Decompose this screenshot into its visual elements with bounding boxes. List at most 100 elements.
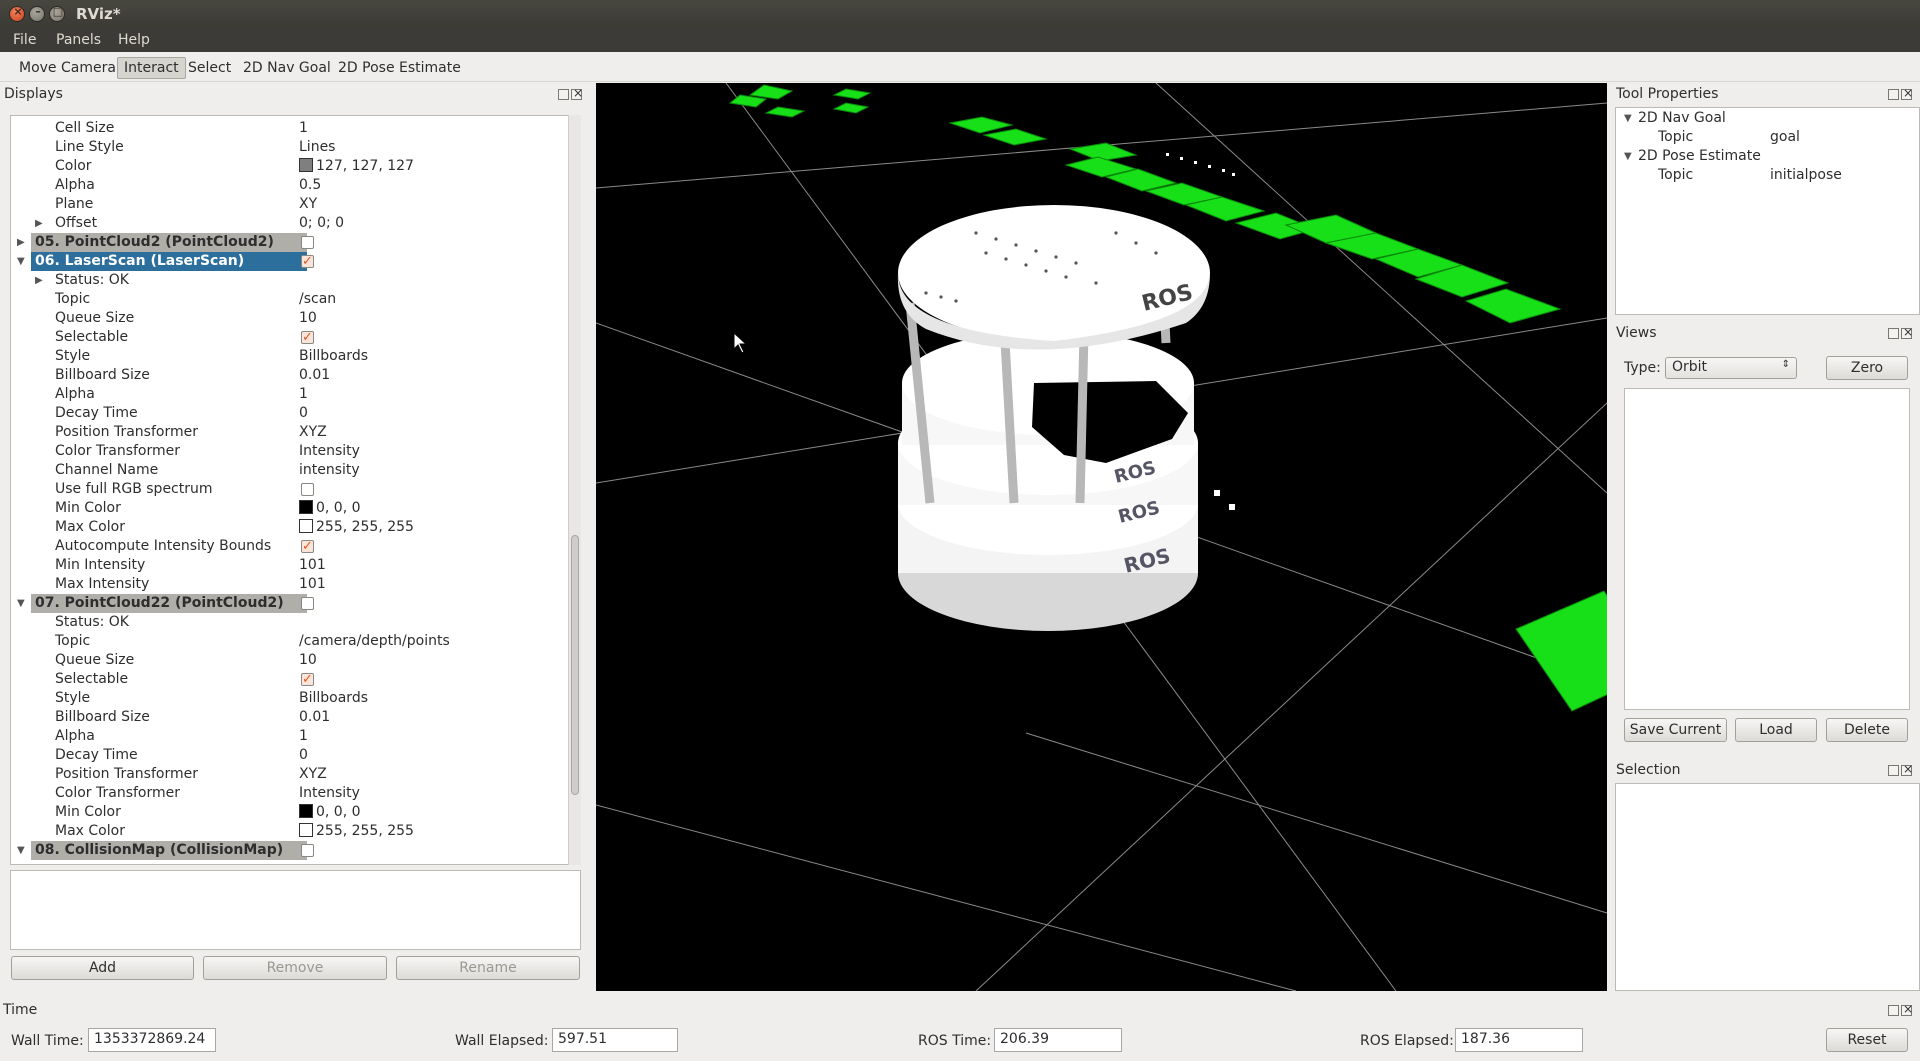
minimize-window-button[interactable]: – [29,5,45,22]
property-value[interactable]: 0 [299,746,308,765]
enable-checkbox[interactable] [301,537,314,556]
scrollbar-thumb[interactable] [571,535,579,795]
display-property-row[interactable]: Cell Size 1 [11,119,566,138]
display-property-row[interactable]: Status: OK [11,613,566,632]
property-value[interactable]: Lines [299,138,335,157]
display-property-row[interactable]: Queue Size 10 [11,651,566,670]
tool-2d-pose-estimate[interactable]: 2D Pose Estimate [331,57,468,79]
property-value[interactable]: 10 [299,651,317,670]
property-value[interactable]: 1 [299,119,308,138]
property-value[interactable]: 0.01 [299,708,330,727]
expand-arrow-icon[interactable]: ▼ [1624,109,1632,128]
property-value[interactable]: Intensity [299,784,360,803]
collapse-arrow-icon[interactable]: ▼ [17,594,25,613]
zero-view-button[interactable]: Zero [1826,356,1908,380]
expand-arrow-icon[interactable]: ▼ [1624,147,1632,166]
view-type-select[interactable]: Orbit ⇕ [1665,357,1797,379]
tool-prop-value[interactable]: initialpose [1770,166,1842,185]
property-value[interactable]: 0 [299,404,308,423]
menu-file[interactable]: File [13,32,36,48]
maximize-window-button[interactable]: □ [49,5,65,22]
float-icon[interactable] [558,89,569,100]
display-property-row[interactable]: Max Color 255, 255, 255 [11,518,566,537]
property-value[interactable]: 255, 255, 255 [299,518,414,537]
expand-arrow-icon[interactable]: ▶ [17,233,25,252]
property-value[interactable]: XYZ [299,765,327,784]
expand-arrow-icon[interactable]: ▶ [35,214,43,233]
display-property-row[interactable]: Style Billboards [11,689,566,708]
display-property-row[interactable]: Color Transformer Intensity [11,784,566,803]
tool-select[interactable]: Select [181,57,238,79]
collapse-arrow-icon[interactable]: ▼ [17,252,25,271]
delete-view-button[interactable]: Delete [1826,718,1908,742]
property-value[interactable]: XY [299,195,317,214]
display-property-row[interactable]: Channel Name intensity [11,461,566,480]
save-current-view-button[interactable]: Save Current [1624,718,1727,742]
color-swatch[interactable] [299,158,313,172]
display-property-row[interactable]: Billboard Size 0.01 [11,366,566,385]
property-value[interactable]: 101 [299,575,326,594]
property-value[interactable]: 0, 0, 0 [299,499,361,518]
3d-viewport[interactable]: ROS ROS ROS ROS [596,83,1607,991]
display-property-row[interactable]: Position Transformer XYZ [11,423,566,442]
display-property-row[interactable]: Decay Time 0 [11,404,566,423]
display-property-row[interactable]: Max Color 255, 255, 255 [11,822,566,841]
display-property-row[interactable]: Autocompute Intensity Bounds [11,537,566,556]
rename-display-button[interactable]: Rename [396,956,580,980]
property-value[interactable]: Billboards [299,689,368,708]
load-view-button[interactable]: Load [1735,718,1817,742]
selection-tree[interactable] [1615,783,1920,991]
display-property-row[interactable]: Min Color 0, 0, 0 [11,499,566,518]
display-property-row[interactable]: Position Transformer XYZ [11,765,566,784]
property-value[interactable]: 127, 127, 127 [299,157,414,176]
close-icon[interactable] [1901,1002,1913,1016]
close-window-button[interactable]: × [9,5,25,22]
property-value[interactable]: 0.5 [299,176,321,195]
property-value[interactable]: 0.01 [299,366,330,385]
float-icon[interactable] [1888,89,1899,100]
display-property-row[interactable]: Line Style Lines [11,138,566,157]
display-group-row[interactable]: ▼ 07. PointCloud22 (PointCloud2) [11,594,566,613]
property-value[interactable]: 10 [299,309,317,328]
enable-checkbox[interactable] [301,483,314,496]
add-display-button[interactable]: Add [11,956,194,980]
display-group-row[interactable]: ▼ 08. CollisionMap (CollisionMap) [11,841,566,860]
enable-checkbox[interactable] [301,844,314,857]
wall-time-field[interactable]: 1353372869.24 [88,1028,216,1052]
display-property-row[interactable]: Billboard Size 0.01 [11,708,566,727]
display-property-row[interactable]: Selectable [11,670,566,689]
color-swatch[interactable] [299,500,313,514]
tool-prop-value[interactable]: goal [1770,128,1800,147]
tool-interact[interactable]: Interact [117,57,186,79]
property-value[interactable]: /camera/depth/points [299,632,450,651]
tool-move-camera[interactable]: Move Camera [12,57,123,79]
display-property-row[interactable]: Decay Time 0 [11,746,566,765]
display-property-row[interactable]: Style Billboards [11,347,566,366]
float-icon[interactable] [1888,328,1899,339]
property-value[interactable]: 0; 0; 0 [299,214,344,233]
float-icon[interactable] [1888,765,1899,776]
menu-help[interactable]: Help [118,32,150,48]
display-property-row[interactable]: Min Intensity 101 [11,556,566,575]
display-property-row[interactable]: Alpha 0.5 [11,176,566,195]
color-swatch[interactable] [299,823,313,837]
property-value[interactable]: 255, 255, 255 [299,822,414,841]
float-icon[interactable] [1888,1005,1899,1016]
enable-checkbox[interactable] [301,597,314,610]
color-swatch[interactable] [299,519,313,533]
enable-checkbox[interactable] [301,670,314,689]
reset-time-button[interactable]: Reset [1826,1028,1908,1052]
display-property-row[interactable]: Selectable [11,328,566,347]
enable-checkbox[interactable] [301,328,314,347]
display-property-row[interactable]: Color 127, 127, 127 [11,157,566,176]
display-property-row[interactable]: ▶ Status: OK [11,271,566,290]
display-property-row[interactable]: Queue Size 10 [11,309,566,328]
ros-time-field[interactable]: 206.39 [994,1028,1122,1052]
collapse-arrow-icon[interactable]: ▼ [17,841,25,860]
close-icon[interactable] [571,86,583,100]
displays-scrollbar[interactable] [568,115,581,865]
display-group-row[interactable]: ▼ 06. LaserScan (LaserScan) [11,252,566,271]
tool-2d-nav-goal[interactable]: 2D Nav Goal [236,57,338,79]
menu-panels[interactable]: Panels [56,32,101,48]
enable-checkbox[interactable] [301,236,314,249]
